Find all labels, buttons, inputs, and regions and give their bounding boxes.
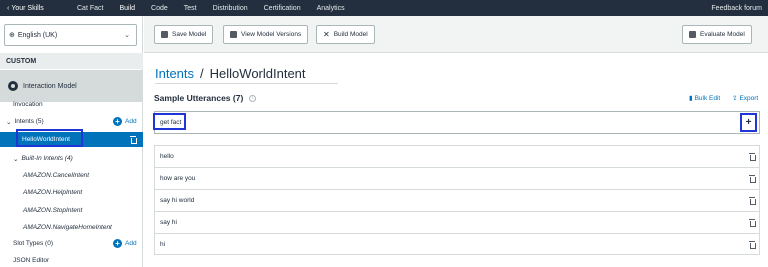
breadcrumb-separator: / xyxy=(200,66,204,81)
utterance-text: say hi world xyxy=(160,197,195,204)
breadcrumb-underline xyxy=(155,83,338,84)
intents-label: Intents (5) xyxy=(14,118,44,125)
build-model-label: Build Model xyxy=(333,31,368,38)
language-select[interactable]: ⊕ English (UK) ⌄ xyxy=(4,24,137,46)
tab-test[interactable]: Test xyxy=(176,0,205,16)
json-editor-label: JSON Editor xyxy=(13,257,50,264)
breadcrumb: Intents / HelloWorldIntent xyxy=(155,66,306,81)
save-model-button[interactable]: Save Model xyxy=(154,25,214,44)
build-model-button[interactable]: ✕ Build Model xyxy=(316,25,375,44)
evaluate-model-label: Evaluate Model xyxy=(700,31,745,38)
breadcrumb-intents-link[interactable]: Intents xyxy=(155,66,194,81)
slot-types-label: Slot Types (0) xyxy=(13,240,53,247)
stopintent-label: AMAZON.StopIntent xyxy=(23,207,83,214)
utterance-text: say hi xyxy=(160,219,177,226)
plus-icon: + xyxy=(745,117,752,128)
bulk-edit-icon: ▮ xyxy=(689,95,693,102)
back-label: Your Skills xyxy=(11,4,44,12)
navigatehomeintent-label: AMAZON.NavigateHomeIntent xyxy=(23,224,112,231)
trash-icon[interactable] xyxy=(749,219,756,227)
view-model-versions-button[interactable]: View Model Versions xyxy=(223,25,309,44)
tab-certification[interactable]: Certification xyxy=(256,0,309,16)
sidebar-item-navigatehomeintent[interactable]: AMAZON.NavigateHomeIntent xyxy=(0,220,143,235)
trash-icon[interactable] xyxy=(749,153,756,161)
sidebar-item-cancelintent[interactable]: AMAZON.CancelIntent xyxy=(0,168,143,183)
tab-skill-name[interactable]: Cat Fact xyxy=(69,0,111,16)
plus-circle-icon: + xyxy=(113,117,122,126)
utterance-list: hello how are you say hi world say hi hi xyxy=(154,145,760,255)
sidebar-item-helpintent[interactable]: AMAZON.HelpIntent xyxy=(0,185,143,200)
sidebar-item-stopintent[interactable]: AMAZON.StopIntent xyxy=(0,203,143,218)
builtin-intents-label: Built-In Intents (4) xyxy=(21,155,73,162)
export-label: Export xyxy=(739,94,759,102)
chevron-down-icon: ⌄ xyxy=(13,155,19,163)
evaluate-model-button[interactable]: Evaluate Model xyxy=(682,25,752,44)
globe-icon: ⊕ xyxy=(9,32,15,39)
wrench-icon: ✕ xyxy=(323,30,330,39)
plus-circle-icon: + xyxy=(113,239,122,248)
bulk-edit-label: Bulk Edit xyxy=(694,94,721,102)
tab-build[interactable]: Build xyxy=(111,0,143,16)
view-model-versions-label: View Model Versions xyxy=(241,31,302,38)
utterance-row[interactable]: say hi xyxy=(154,211,760,233)
sample-utterances-title: Sample Utterances (7) i xyxy=(154,93,257,103)
trash-icon[interactable] xyxy=(749,241,756,249)
highlight-outline-input xyxy=(153,113,186,130)
top-nav: ‹ Your Skills Cat Fact Build Code Test D… xyxy=(0,0,768,16)
add-slot-type-label: Add xyxy=(125,240,137,247)
export-icon: ⇪ xyxy=(732,95,738,102)
utterance-row[interactable]: hello xyxy=(154,145,760,167)
chevron-left-icon: ‹ xyxy=(7,4,10,12)
tab-distribution[interactable]: Distribution xyxy=(205,0,256,16)
sample-utterances-label: Sample Utterances (7) xyxy=(154,93,244,103)
versions-icon xyxy=(230,31,237,38)
utterance-row[interactable]: say hi world xyxy=(154,189,760,211)
chevron-down-icon: ⌄ xyxy=(124,32,130,39)
utterance-text: how are you xyxy=(160,175,196,182)
model-toolbar: Save Model View Model Versions ✕ Build M… xyxy=(144,16,768,53)
language-value: English (UK) xyxy=(17,31,58,39)
utterance-row[interactable]: hi xyxy=(154,233,760,255)
trash-icon[interactable] xyxy=(749,197,756,205)
interaction-model-icon xyxy=(8,81,18,91)
sidebar-item-invocation[interactable]: Invocation xyxy=(0,97,143,112)
info-icon[interactable]: i xyxy=(249,94,257,102)
sidebar-item-builtin-intents[interactable]: ⌄ Built-In Intents (4) xyxy=(0,151,143,166)
cancelintent-label: AMAZON.CancelIntent xyxy=(23,172,90,179)
add-intent-label: Add xyxy=(125,118,137,125)
add-utterance-button[interactable]: + xyxy=(740,113,757,132)
new-utterance-input[interactable]: get fact xyxy=(154,111,760,134)
back-to-skills-link[interactable]: ‹ Your Skills xyxy=(7,5,69,12)
save-icon xyxy=(161,31,168,38)
section-header-custom: CUSTOM xyxy=(0,53,143,69)
bulk-edit-button[interactable]: ▮ Bulk Edit xyxy=(689,94,721,103)
delete-intent-icon[interactable] xyxy=(130,136,137,144)
tab-code[interactable]: Code xyxy=(143,0,176,16)
add-slot-type-button[interactable]: + Add xyxy=(113,239,137,248)
add-intent-button[interactable]: + Add xyxy=(113,117,137,126)
chevron-down-icon: ⌄ xyxy=(6,118,12,126)
helpintent-label: AMAZON.HelpIntent xyxy=(23,189,83,196)
export-button[interactable]: ⇪ Export xyxy=(732,94,759,103)
evaluate-icon xyxy=(689,31,696,38)
sidebar-item-json-editor[interactable]: JSON Editor xyxy=(0,253,143,267)
trash-icon[interactable] xyxy=(749,175,756,183)
breadcrumb-current: HelloWorldIntent xyxy=(209,66,306,81)
invocation-label: Invocation xyxy=(13,101,43,108)
save-model-label: Save Model xyxy=(172,31,207,38)
interaction-model-label: Interaction Model xyxy=(23,82,77,90)
highlight-outline-intent xyxy=(16,129,83,147)
feedback-link[interactable]: Feedback forum xyxy=(711,5,762,12)
utterance-text: hello xyxy=(160,153,174,160)
utterance-text: hi xyxy=(160,240,166,248)
tab-analytics[interactable]: Analytics xyxy=(309,0,353,16)
utterance-row[interactable]: how are you xyxy=(154,167,760,189)
